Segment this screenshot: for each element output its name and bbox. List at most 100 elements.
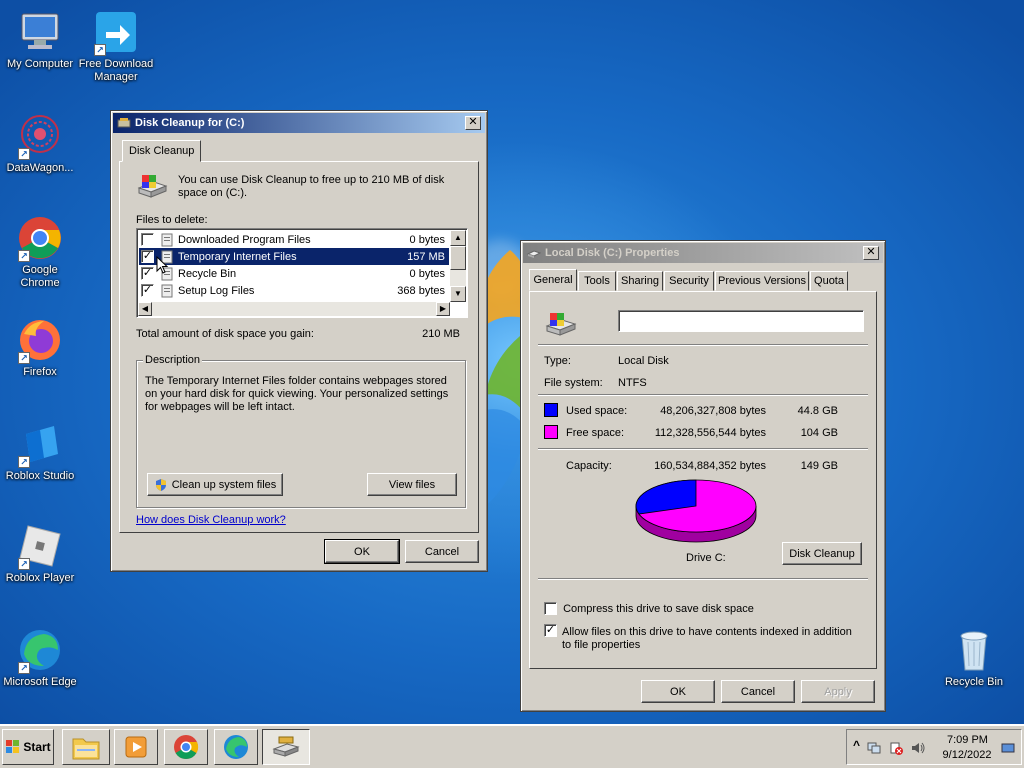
desktop-icon-roblox-studio[interactable]: ↗ Roblox Studio [2, 420, 78, 483]
tab-general[interactable]: General [529, 269, 577, 291]
windows-logo-icon [6, 740, 20, 753]
scroll-left-button[interactable]: ◀ [138, 302, 152, 316]
close-button[interactable]: ✕ [863, 246, 879, 260]
file-system-label: File system: [544, 377, 603, 389]
file-checkbox[interactable] [141, 233, 154, 246]
file-row[interactable]: ✓ Recycle Bin 0 bytes [139, 265, 449, 282]
taskbar-media-player[interactable] [114, 729, 158, 765]
total-gain-value: 210 MB [422, 328, 460, 340]
horizontal-scrollbar[interactable]: ◀ ▶ [138, 302, 450, 316]
free-space-label: Free space: [566, 427, 625, 439]
file-row[interactable]: ✓ Setup Log Files 368 bytes [139, 282, 449, 299]
show-hidden-icons-button[interactable]: ^ [853, 738, 860, 752]
separator [538, 448, 868, 450]
action-center-icon[interactable] [889, 741, 903, 755]
description-group: Description The Temporary Internet Files… [136, 354, 466, 508]
roblox-studio-icon: ↗ [16, 420, 64, 468]
free-space-gb: 104 GB [800, 427, 838, 439]
disk-cleanup-icon [272, 736, 300, 757]
taskbar: Start ^ 7:09 PM 9/12/2022 [0, 724, 1024, 768]
total-gain-label: Total amount of disk space you gain: [136, 328, 314, 340]
close-button[interactable]: ✕ [465, 116, 481, 130]
desktop-icon-free-download-manager[interactable]: ↗ Free Download Manager [78, 8, 154, 84]
compress-checkbox[interactable] [544, 602, 557, 615]
clock-date[interactable]: 9/12/2022 [939, 749, 995, 761]
intro-text: You can use Disk Cleanup to free up to 2… [178, 174, 445, 199]
desktop-icon-my-computer[interactable]: My Computer [2, 8, 78, 71]
clock-time[interactable]: 7:09 PM [947, 734, 988, 746]
separator [538, 394, 868, 396]
tab-label: Disk Cleanup [129, 145, 195, 157]
clean-up-system-files-button[interactable]: Clean up system files [147, 473, 283, 496]
scroll-up-button[interactable]: ▲ [450, 230, 466, 246]
file-row[interactable]: ✓ Temporary Internet Files 157 MB [139, 248, 449, 265]
edge-icon [224, 735, 248, 759]
taskbar-disk-cleanup[interactable] [262, 729, 310, 765]
button-label: Disk Cleanup [789, 547, 855, 560]
file-checkbox[interactable]: ✓ [141, 267, 154, 280]
help-link[interactable]: How does Disk Cleanup work? [136, 514, 286, 526]
disk-cleanup-titlebar[interactable]: Disk Cleanup for (C:) ✕ [113, 113, 485, 133]
start-button[interactable]: Start [2, 729, 54, 765]
view-files-button[interactable]: View files [367, 473, 457, 496]
shortcut-arrow-icon: ↗ [18, 250, 30, 262]
datawagon-icon: ↗ [16, 112, 64, 160]
desktop-icon-label: Firefox [23, 366, 57, 378]
tab-label: General [533, 274, 573, 286]
compress-option[interactable]: Compress this drive to save disk space [544, 602, 754, 615]
tab-sharing[interactable]: Sharing [617, 271, 663, 291]
taskbar-file-explorer[interactable] [62, 729, 110, 765]
capacity-label: Capacity: [566, 460, 612, 472]
tab-disk-cleanup[interactable]: Disk Cleanup [122, 140, 202, 162]
cancel-button[interactable]: Cancel [721, 680, 795, 703]
file-checkbox[interactable]: ✓ [141, 284, 154, 297]
desktop-icon-firefox[interactable]: ↗ Firefox [2, 316, 78, 379]
properties-titlebar[interactable]: Local Disk (C:) Properties ✕ [523, 243, 883, 263]
used-space-gb: 44.8 GB [797, 405, 838, 417]
button-label: Apply [824, 685, 852, 698]
desktop-icon-datawagon[interactable]: ↗ DataWagon... [2, 112, 78, 175]
roblox-player-icon: ↗ [16, 522, 64, 570]
volume-label-input[interactable] [618, 310, 864, 332]
index-checkbox[interactable]: ✓ [544, 624, 557, 637]
scroll-down-button[interactable]: ▼ [450, 286, 466, 302]
show-desktop-icon[interactable] [1001, 741, 1015, 755]
file-row[interactable]: Downloaded Program Files 0 bytes [139, 231, 449, 248]
tab-security[interactable]: Security [664, 271, 714, 291]
taskbar-chrome[interactable] [164, 729, 208, 765]
drive-title-icon [527, 250, 541, 258]
file-type-icon [160, 233, 174, 247]
disk-cleanup-button[interactable]: Disk Cleanup [782, 542, 862, 565]
description-text: The Temporary Internet Files folder cont… [145, 375, 449, 413]
tab-tools[interactable]: Tools [578, 271, 616, 291]
my-computer-icon [16, 8, 64, 56]
disk-cleanup-panel: You can use Disk Cleanup to free up to 2… [119, 161, 479, 533]
scroll-thumb[interactable] [450, 246, 466, 270]
local-disk-properties-window: Local Disk (C:) Properties ✕ Type: Local… [520, 240, 886, 712]
file-size: 157 MB [407, 250, 445, 263]
checkbox-label: Compress this drive to save disk space [563, 602, 754, 615]
desktop-icon-google-chrome[interactable]: ↗ Google Chrome [2, 214, 78, 290]
index-option[interactable]: ✓ [544, 624, 557, 637]
file-checkbox[interactable]: ✓ [141, 250, 154, 263]
cancel-button[interactable]: Cancel [405, 540, 479, 563]
button-label: View files [388, 478, 436, 491]
shortcut-arrow-icon: ↗ [94, 44, 106, 56]
edge-icon: ↗ [16, 626, 64, 674]
taskbar-edge[interactable] [214, 729, 258, 765]
files-list: Downloaded Program Files 0 bytes ✓ Temporar… [136, 228, 468, 318]
vertical-scrollbar[interactable]: ▲ ▼ [450, 230, 466, 302]
desktop-icon-recycle-bin[interactable]: Recycle Bin [936, 626, 1012, 689]
network-icon[interactable] [867, 741, 881, 755]
tab-quota[interactable]: Quota [810, 271, 848, 291]
desktop-icon-roblox-player[interactable]: ↗ Roblox Player [2, 522, 78, 585]
desktop-icon-label: Recycle Bin [944, 676, 1004, 688]
ok-button[interactable]: OK [324, 539, 400, 564]
ok-button[interactable]: OK [641, 680, 715, 703]
free-space-bytes: 112,328,556,544 bytes [654, 427, 766, 439]
desktop-icon-microsoft-edge[interactable]: ↗ Microsoft Edge [2, 626, 78, 689]
volume-icon[interactable] [911, 741, 925, 755]
tab-previous-versions[interactable]: Previous Versions [715, 271, 809, 291]
used-space-bytes: 48,206,327,808 bytes [660, 405, 766, 417]
scroll-right-button[interactable]: ▶ [436, 302, 450, 316]
